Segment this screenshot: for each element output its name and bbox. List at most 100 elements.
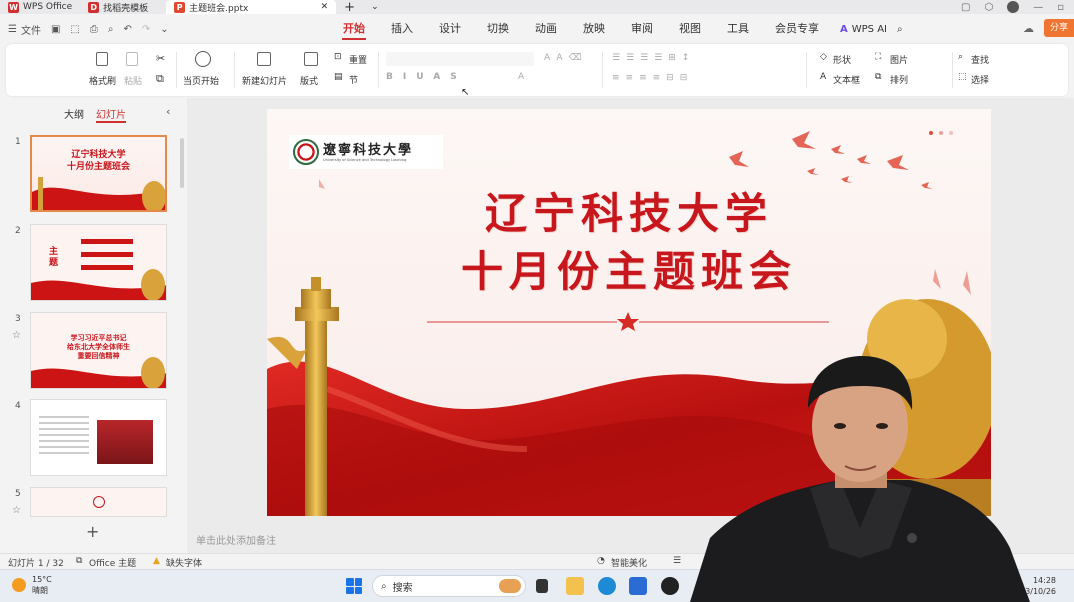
- textbox-button[interactable]: 文本框: [833, 73, 860, 86]
- tab-design[interactable]: 设计: [426, 14, 474, 44]
- save-icon[interactable]: ▣: [51, 24, 60, 35]
- file-explorer-icon[interactable]: [566, 577, 584, 595]
- start-button[interactable]: [346, 578, 362, 594]
- tab-outline[interactable]: 大纲: [64, 106, 84, 123]
- edge-browser-icon[interactable]: [598, 577, 616, 595]
- undo-icon[interactable]: ↶: [123, 24, 131, 35]
- tab-list-chevron-icon[interactable]: ⌄: [363, 0, 387, 14]
- new-slide-icon[interactable]: [257, 52, 271, 66]
- paste-button[interactable]: 粘贴: [124, 74, 142, 87]
- print-icon[interactable]: ⎙: [90, 24, 98, 35]
- new-slide-button[interactable]: 新建幻灯片: [242, 74, 287, 87]
- tab-slideshow[interactable]: 放映: [570, 14, 618, 44]
- shape-button[interactable]: 形状: [833, 53, 851, 66]
- font-color-icon[interactable]: A: [518, 72, 524, 82]
- layout-button[interactable]: 版式: [300, 74, 318, 87]
- tab-tools[interactable]: 工具: [714, 14, 762, 44]
- avatar[interactable]: [1007, 1, 1020, 13]
- notes-placeholder[interactable]: 单击此处添加备注: [196, 532, 276, 547]
- slide-title-line1: 辽宁科技大学: [484, 189, 773, 238]
- picture-button[interactable]: 图片: [890, 53, 908, 66]
- tab-wps-office[interactable]: W WPS Office: [0, 0, 80, 14]
- tab-insert[interactable]: 插入: [378, 14, 426, 44]
- grow-font-icons[interactable]: AA⌫: [544, 53, 587, 63]
- notes-toggle-icon[interactable]: ☰: [673, 556, 681, 566]
- arrange-button[interactable]: 排列: [890, 73, 908, 86]
- find-icon: ⌕: [958, 52, 964, 62]
- layout-icon[interactable]: [304, 52, 318, 66]
- minimize-icon[interactable]: —: [1033, 2, 1043, 13]
- collapse-panel-icon[interactable]: ‹: [166, 105, 170, 118]
- reset-button[interactable]: 重置: [349, 53, 367, 66]
- search-icon: ⌕: [381, 580, 387, 592]
- tab-label: 主题班会.pptx: [189, 3, 249, 14]
- taskbar-search[interactable]: ⌕ 搜索: [372, 575, 526, 597]
- slide-title[interactable]: 辽宁科技大学 十月份主题班会: [267, 185, 991, 301]
- missing-font-button[interactable]: 缺失字体: [166, 556, 202, 569]
- store-icon[interactable]: [629, 577, 647, 595]
- paragraph-format-icons[interactable]: ☰☰☰☰⊞↕: [612, 53, 695, 63]
- maximize-icon[interactable]: ▫: [1057, 2, 1064, 13]
- section-button[interactable]: 节: [349, 73, 358, 86]
- search-icon[interactable]: ⌕: [897, 24, 903, 35]
- select-button[interactable]: 选择: [971, 73, 989, 86]
- weather-widget[interactable]: 15°C 晴朗: [12, 574, 52, 596]
- star-icon[interactable]: ☆: [12, 505, 21, 516]
- tab-home[interactable]: 开始: [330, 14, 378, 44]
- tab-transition[interactable]: 切换: [474, 14, 522, 44]
- format-painter-button[interactable]: 格式刷: [89, 74, 116, 87]
- wps-ai-button[interactable]: A WPS AI ⌕: [832, 24, 903, 35]
- slide-thumbnail[interactable]: 主题: [30, 224, 167, 301]
- wps-ai-label: WPS AI: [851, 23, 887, 35]
- tab-document[interactable]: P 主题班会.pptx ✕: [166, 0, 337, 14]
- add-slide-button[interactable]: +: [86, 522, 99, 541]
- tab-animation[interactable]: 动画: [522, 14, 570, 44]
- cloud-sync-icon[interactable]: ☁: [1023, 22, 1034, 35]
- tab-template[interactable]: D 找稻壳模板: [80, 0, 166, 14]
- text-format-icons[interactable]: BIUAS: [386, 72, 467, 82]
- paste-icon[interactable]: [126, 52, 138, 66]
- app-icon[interactable]: [661, 577, 679, 595]
- format-painter-icon[interactable]: [96, 52, 108, 66]
- more-chevron-icon[interactable]: ⌄: [160, 24, 168, 35]
- cube-icon[interactable]: ⬡: [984, 2, 993, 13]
- play-from-current-button[interactable]: 当页开始: [183, 74, 219, 87]
- tab-membership[interactable]: 会员专享: [762, 14, 832, 44]
- close-tab-icon[interactable]: ✕: [321, 2, 329, 12]
- new-tab-button[interactable]: +: [336, 0, 363, 15]
- tab-review[interactable]: 审阅: [618, 14, 666, 44]
- tab-view[interactable]: 视图: [666, 14, 714, 44]
- shape-icon: ◇: [820, 52, 827, 62]
- preview-icon[interactable]: ⌕: [108, 24, 114, 35]
- arrange-icon: ⧉: [875, 72, 882, 82]
- copy-icon[interactable]: ⧉: [156, 72, 164, 86]
- taskbar-search-label: 搜索: [392, 582, 413, 594]
- presenter-video: [690, 356, 1030, 602]
- tab-slides[interactable]: 幻灯片: [96, 106, 126, 123]
- panel-scrollbar[interactable]: [180, 138, 184, 188]
- slide-thumbnail[interactable]: [30, 399, 167, 476]
- play-icon[interactable]: [195, 51, 211, 67]
- missing-font-icon: ▲: [153, 556, 160, 566]
- slide-title-line2: 十月份主题班会: [460, 247, 797, 296]
- task-view-icon[interactable]: [536, 579, 548, 593]
- alignment-icons[interactable]: ≡≡≡≡⊟⊟: [612, 73, 693, 83]
- window-layout-icon[interactable]: ▢: [961, 2, 970, 13]
- mouse-cursor-icon: ↖: [461, 87, 470, 98]
- font-family-select[interactable]: [386, 52, 534, 66]
- ppt-file-icon: P: [174, 1, 186, 13]
- hamburger-icon[interactable]: ☰: [8, 24, 17, 35]
- star-icon[interactable]: ☆: [12, 330, 21, 341]
- slide-thumbnail[interactable]: 学习习近平总书记 给东北大学全体师生 重要回信精神: [30, 312, 167, 389]
- redo-icon[interactable]: ↷: [142, 24, 150, 35]
- university-logo: 遼寧科技大學 University of Science and Technol…: [289, 135, 443, 169]
- smart-beautify-button[interactable]: 智能美化: [611, 556, 647, 569]
- export-icon[interactable]: ⬚: [70, 24, 79, 35]
- file-menu[interactable]: 文件: [21, 22, 41, 37]
- slide-thumbnail[interactable]: [30, 487, 167, 517]
- theme-name[interactable]: Office 主题: [89, 556, 136, 569]
- slide-thumbnail[interactable]: 辽宁科技大学 十月份主题班会: [30, 135, 167, 212]
- cut-icon[interactable]: ✂: [156, 52, 165, 65]
- share-button[interactable]: 分享: [1044, 19, 1074, 37]
- find-button[interactable]: 查找: [971, 53, 989, 66]
